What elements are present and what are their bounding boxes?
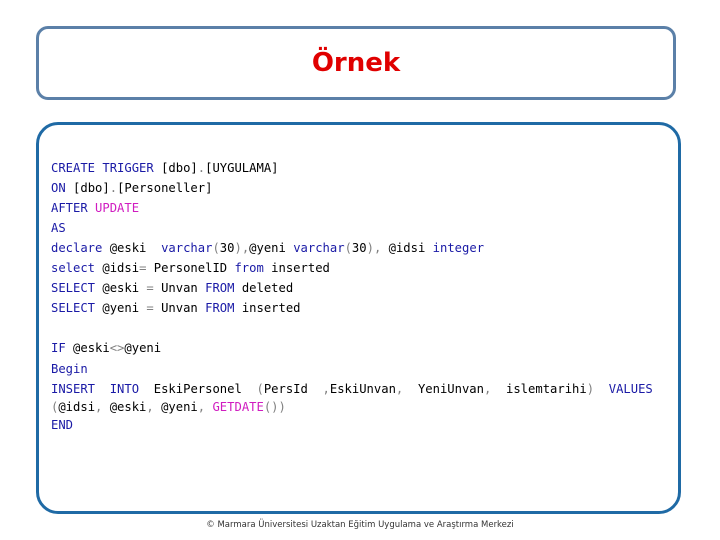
- keyword: FROM: [205, 301, 235, 315]
- code-line: ON [dbo].[Personeller]: [51, 178, 653, 198]
- code-line: SELECT @eski = Unvan FROM deleted: [51, 278, 653, 298]
- code-line: declare @eski varchar(30),@yeni varchar(…: [51, 238, 653, 258]
- operator: ,: [146, 400, 154, 414]
- operator: ,: [322, 382, 330, 396]
- identifier: islemtarihi: [491, 382, 587, 396]
- keyword: from: [234, 261, 264, 275]
- code-line: Begin: [51, 359, 653, 379]
- identifier: [dbo]: [65, 181, 110, 195]
- code-line: AFTER UPDATE: [51, 198, 653, 218]
- code-line: SELECT @yeni = Unvan FROM inserted: [51, 298, 653, 318]
- keyword: INSERT: [51, 382, 96, 396]
- operator: (: [344, 241, 352, 255]
- keyword: INTO: [109, 382, 140, 396]
- code-line: AS: [51, 218, 653, 238]
- operator: (: [256, 382, 264, 396]
- variable: @idsi: [381, 241, 433, 255]
- sql-code-block: CREATE TRIGGER [dbo].[UYGULAMA] ON [dbo]…: [51, 158, 653, 435]
- keyword: Begin: [51, 362, 88, 376]
- keyword: VALUES: [608, 382, 653, 396]
- identifier: EskiPersonel: [139, 382, 257, 396]
- function-keyword: UPDATE: [95, 201, 140, 215]
- identifier: [Personeller]: [117, 181, 213, 195]
- operator: ()): [263, 400, 286, 414]
- variable: @yeni: [124, 341, 162, 355]
- identifier: [UYGULAMA]: [205, 161, 279, 175]
- variable: @idsi: [95, 261, 140, 275]
- variable: @eski: [102, 241, 162, 255]
- keyword: integer: [432, 241, 485, 255]
- keyword: SELECT: [51, 301, 96, 315]
- identifier: inserted: [263, 261, 330, 275]
- operator: .: [109, 181, 118, 195]
- keyword: SELECT: [51, 281, 96, 295]
- code-line: (@idsi, @eski, @yeni, GETDATE()): [51, 397, 653, 415]
- code-line: INSERT INTO EskiPersonel (PersId ,EskiUn…: [51, 379, 653, 397]
- variable: @eski: [65, 341, 110, 355]
- operator: ),: [234, 241, 250, 255]
- keyword: ON: [51, 181, 66, 195]
- keyword: TRIGGER: [102, 161, 154, 175]
- number: 30: [219, 241, 235, 255]
- code-line: IF @eski<>@yeni: [51, 338, 653, 359]
- keyword: varchar: [161, 241, 213, 255]
- operator: <>: [109, 341, 125, 355]
- number: 30: [351, 241, 367, 255]
- operator: =: [146, 301, 154, 315]
- keyword: CREATE: [51, 161, 96, 175]
- variable: @eski: [102, 400, 147, 414]
- code-line: select @idsi= PersonelID from inserted: [51, 258, 653, 278]
- keyword: IF: [51, 341, 66, 355]
- keyword: select: [51, 261, 96, 275]
- identifier: [dbo]: [153, 161, 198, 175]
- variable: @eski: [95, 281, 147, 295]
- identifier: inserted: [234, 301, 301, 315]
- identifier: Unvan: [153, 301, 206, 315]
- identifier: deleted: [234, 281, 294, 295]
- keyword: FROM: [205, 281, 235, 295]
- keyword: declare: [51, 241, 103, 255]
- variable: @idsi: [58, 400, 96, 414]
- footer-copyright: © Marmara Üniversitesi Uzaktan Eğitim Uy…: [206, 520, 514, 530]
- identifier: PersonelID: [146, 261, 235, 275]
- slide-title: Örnek: [311, 48, 401, 78]
- operator: ): [586, 382, 595, 396]
- variable: @yeni: [95, 301, 147, 315]
- keyword: AS: [51, 221, 66, 235]
- variable: @yeni: [153, 400, 198, 414]
- identifier: Unvan: [153, 281, 206, 295]
- code-line: CREATE TRIGGER [dbo].[UYGULAMA]: [51, 158, 653, 178]
- slide-title-box: Örnek: [36, 26, 676, 100]
- identifier: PersId: [263, 382, 323, 396]
- operator: ),: [366, 241, 382, 255]
- code-line: END: [51, 415, 653, 435]
- keyword: varchar: [293, 241, 345, 255]
- operator: (: [212, 241, 220, 255]
- identifier: YeniUnvan: [403, 382, 484, 396]
- function-name: GETDATE: [212, 400, 264, 414]
- operator: =: [146, 281, 154, 295]
- identifier: EskiUnvan: [329, 382, 396, 396]
- keyword: END: [51, 418, 74, 432]
- keyword: AFTER: [51, 201, 88, 215]
- variable: @yeni: [249, 241, 294, 255]
